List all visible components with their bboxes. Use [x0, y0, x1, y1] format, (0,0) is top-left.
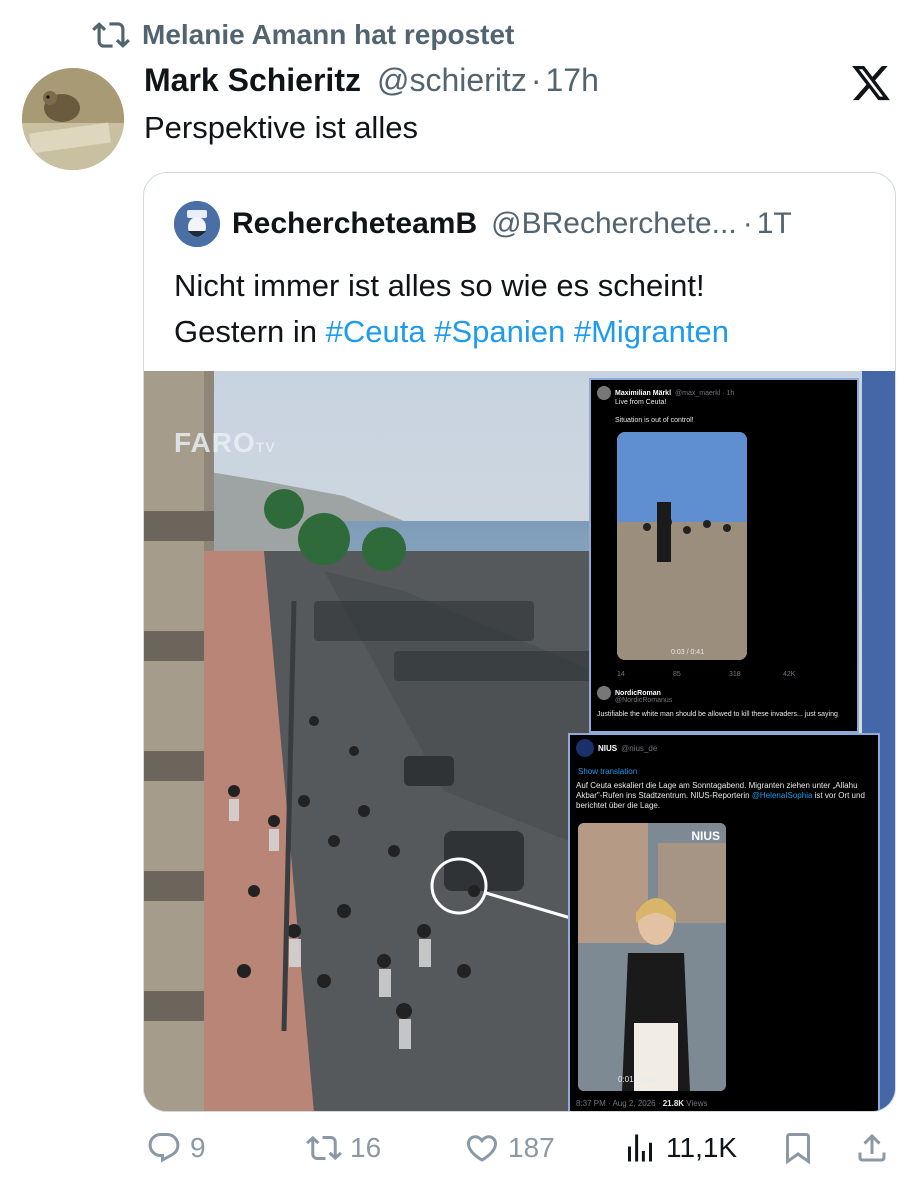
- media-image[interactable]: FAROTV Maximilian Märkl @max_maerkl · 1h…: [144, 371, 895, 1111]
- share-button[interactable]: [854, 1130, 890, 1166]
- author-avatar[interactable]: [22, 68, 124, 170]
- embed2-video-time: 0:01 / 0:30: [618, 1075, 656, 1084]
- author-handle[interactable]: @schieritz: [377, 62, 527, 99]
- reply-icon: [148, 1133, 180, 1163]
- tweet-text: Perspektive ist alles: [144, 110, 418, 145]
- embedded-tweet-screenshot-1: Maximilian Märkl @max_maerkl · 1h Live f…: [589, 378, 859, 733]
- quoted-author-handle[interactable]: @BRecherchete...: [491, 207, 737, 241]
- embed2-text: Auf Ceuta eskaliert die Lage am Sonntaga…: [576, 781, 871, 811]
- repost-icon: [306, 1135, 342, 1161]
- views-button[interactable]: 11,1K: [622, 1130, 737, 1166]
- embed2-show-translation: Show translation: [578, 767, 637, 777]
- quoted-avatar[interactable]: [174, 201, 220, 247]
- quoted-time[interactable]: 1T: [757, 207, 792, 241]
- embed2-mention: @HelenaISophia: [751, 791, 813, 800]
- quoted-author-name[interactable]: RecherchetеamB: [232, 207, 477, 241]
- embedded-tweet-screenshot-2: NIUS @nius_de Show translation Auf Ceuta…: [568, 733, 880, 1111]
- embed1-stat-views: 42K: [783, 671, 796, 678]
- separator-dot: ·: [742, 207, 753, 240]
- embed2-views-label: Views: [684, 1099, 708, 1108]
- embed2-footer: 8:37 PM · Aug 2, 2026 · 21.8K Views: [576, 1099, 708, 1109]
- repost-button[interactable]: 16: [306, 1130, 381, 1166]
- embed1-video: [617, 432, 747, 660]
- embed2-avatar: [576, 739, 594, 757]
- embed1-name: Maximilian Märkl: [615, 389, 672, 397]
- embed1-stat-reposts: 85: [673, 671, 681, 678]
- reply-button[interactable]: 9: [146, 1130, 206, 1166]
- embed2-handle: @nius_de: [621, 743, 658, 753]
- embed2-show-translation-label: Show translation: [578, 767, 638, 776]
- tweet-time[interactable]: 17h: [545, 62, 598, 99]
- embed1-line2: Situation is out of control!: [615, 417, 694, 424]
- embed1-reply-handle: @NordicRomanus: [615, 697, 673, 704]
- hashtag-migranten[interactable]: #Migranten: [574, 314, 729, 349]
- tweet-header: Mark Schieritz @schieritz · 17h: [144, 62, 599, 99]
- author-name[interactable]: Mark Schieritz: [144, 62, 361, 99]
- faro-watermark-sub: TV: [255, 439, 276, 455]
- quoted-header: RecherchetеamB @BRecherchete... · 1T: [174, 201, 792, 247]
- embed1-reply-avatar: [597, 686, 611, 700]
- embed2-name: NIUS: [598, 743, 618, 753]
- hashtag-ceuta[interactable]: #Ceuta: [326, 314, 426, 349]
- quoted-text: Nicht immer ist alles so wie es scheint!…: [174, 263, 874, 355]
- faro-watermark: FAROTV: [174, 427, 276, 459]
- quoted-text-line2: Gestern in #Ceuta #Spanien #Migranten: [174, 309, 874, 355]
- embed2-video-badge: NIUS: [691, 829, 720, 843]
- repost-label: Melanie Amann hat repostet: [142, 19, 515, 50]
- heart-icon: [466, 1135, 498, 1162]
- quoted-text-prefix: Gestern in: [174, 314, 326, 349]
- embed2-video: NIUS: [578, 823, 726, 1091]
- embed1-avatar: [597, 386, 611, 400]
- hashtag-spanien[interactable]: #Spanien: [434, 314, 565, 349]
- separator-dot: ·: [530, 62, 542, 98]
- embed1-handle: @max_maerkl · 1h: [675, 389, 735, 397]
- repost-icon: [92, 22, 130, 48]
- views-count: 11,1K: [666, 1132, 738, 1163]
- quoted-tweet[interactable]: RecherchetеamB @BRecherchete... · 1T Nic…: [143, 172, 896, 1112]
- embed1-stat-replies: 14: [617, 671, 625, 678]
- bookmark-icon: [786, 1133, 810, 1165]
- embed2-header: NIUS @nius_de: [576, 739, 657, 757]
- faro-watermark-text: FARO: [174, 427, 256, 458]
- share-icon: [858, 1133, 886, 1162]
- reply-count: 9: [190, 1132, 206, 1163]
- x-logo-icon[interactable]: [850, 62, 892, 104]
- bookmark-button[interactable]: [780, 1130, 816, 1166]
- embed1-reply-text: Justifiable the white man should be allo…: [597, 711, 838, 718]
- repost-indicator[interactable]: Melanie Amann hat repostet: [92, 16, 514, 54]
- embed1-stat-likes: 318: [729, 671, 741, 678]
- like-count: 187: [508, 1132, 555, 1163]
- repost-count: 16: [350, 1132, 382, 1163]
- embed2-views-count: 21.8K: [662, 1099, 685, 1108]
- tweet-actions: 9 16 187 11,1K: [0, 1130, 908, 1174]
- views-chart-icon: [628, 1134, 652, 1162]
- embed1-line1: Live from Ceuta!: [615, 399, 667, 406]
- embed1-video-time: 0:03 / 0:41: [671, 649, 705, 656]
- like-button[interactable]: 187: [464, 1130, 555, 1166]
- quoted-text-line1: Nicht immer ist alles so wie es scheint!: [174, 268, 705, 303]
- embed2-footer-time: 8:37 PM · Aug 2, 2026 ·: [576, 1099, 663, 1108]
